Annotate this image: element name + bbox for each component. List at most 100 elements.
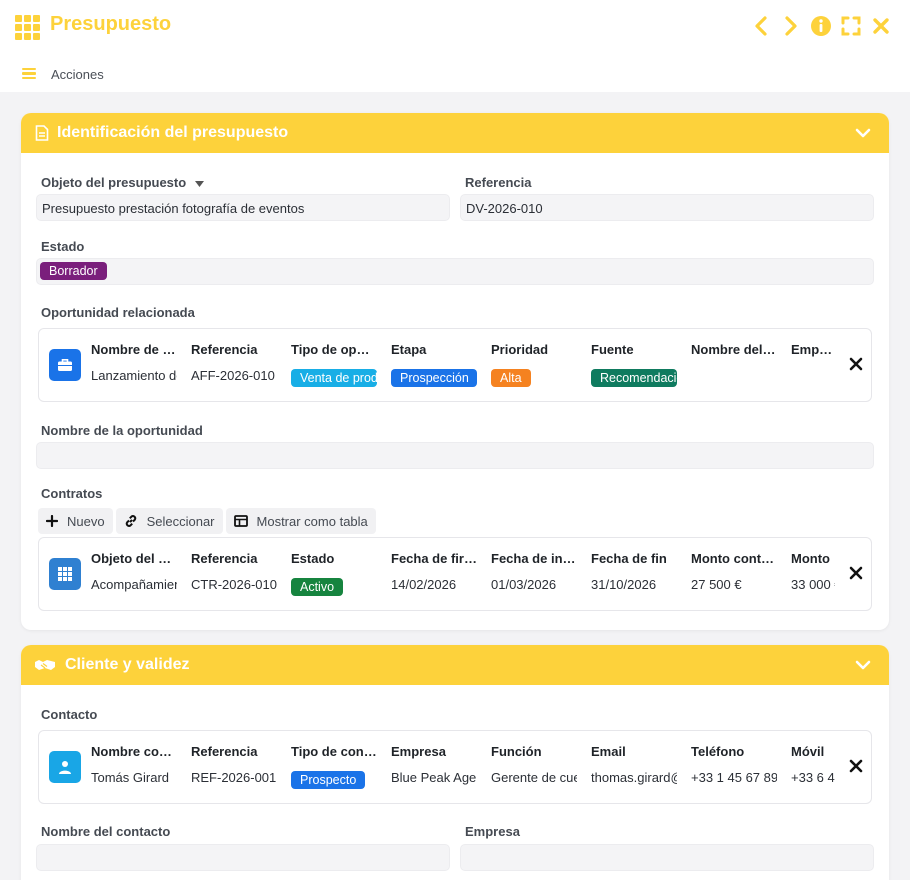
column-header: Empresa [391, 744, 446, 759]
column-value: 33 000 € [791, 577, 835, 592]
caret-down-icon[interactable] [194, 180, 204, 187]
column-value: +33 1 45 67 89 [691, 770, 777, 785]
column-value-badge: Activo [291, 578, 377, 599]
section-title: Identificación del presupuesto [57, 124, 289, 141]
status-label: Estado [41, 239, 85, 254]
status-badge: Borrador [40, 262, 107, 280]
column-value: REF-2026-001 [191, 770, 277, 785]
section-header[interactable]: Identificación del presupuesto [21, 113, 889, 153]
remove-contact-icon[interactable] [849, 759, 863, 773]
company-label: Empresa [465, 824, 520, 839]
object-field[interactable]: Presupuesto prestación fotografía de eve… [36, 194, 450, 221]
column-value: CTR-2026-010 [191, 577, 277, 592]
column-header: Fecha de firma [391, 551, 477, 566]
section-header[interactable]: Cliente y validez [21, 645, 889, 685]
title-bar: Presupuesto [0, 0, 910, 54]
handshake-icon [35, 660, 55, 670]
opportunity-label: Oportunidad relacionada [41, 305, 195, 320]
column-header: Móvil [791, 744, 825, 759]
apps-grid-icon[interactable] [15, 15, 40, 40]
column-header: Objeto del contrato [91, 551, 177, 566]
column-value-badge: Recomendación [591, 369, 677, 390]
column-value-badge: Venta de producto [291, 369, 377, 390]
column-header: Fuente [591, 342, 634, 357]
column-header: Etapa [391, 342, 427, 357]
column-value: Blue Peak Agency [391, 770, 477, 785]
column-value-badge: Alta [491, 369, 577, 390]
column-header: Tipo de contacto [291, 744, 377, 759]
section-budget-identification: Identificación del presupuesto Objeto de… [21, 113, 889, 630]
document-icon [35, 125, 49, 141]
column-header: Prioridad [491, 342, 549, 357]
window-title: Presupuesto [50, 13, 172, 35]
column-value-badge: Prospecto [291, 771, 377, 792]
column-value: thomas.girard@ [591, 770, 677, 785]
value-badge: Alta [491, 369, 531, 387]
column-value: Lanzamiento de [91, 368, 177, 383]
chevron-down-icon[interactable] [855, 125, 871, 141]
menu-icon[interactable] [22, 68, 36, 79]
grid-icon [49, 558, 81, 590]
new-contract-button[interactable]: Nuevo [38, 508, 113, 534]
remove-opportunity-icon[interactable] [849, 357, 863, 371]
column-header: Estado [291, 551, 335, 566]
contract-card[interactable]: Objeto del contrato Acompañamiento Referen… [38, 537, 872, 611]
column-value: 27 500 € [691, 577, 742, 592]
column-value: AFF-2026-010 [191, 368, 275, 383]
remove-contract-icon[interactable] [849, 566, 863, 580]
column-header: Nombre de la oportunidad [91, 342, 177, 357]
column-value: 31/10/2026 [591, 577, 657, 592]
reference-field[interactable]: DV-2026-010 [460, 194, 874, 221]
column-header: Función [491, 744, 542, 759]
column-value: 01/03/2026 [491, 577, 557, 592]
column-value: Tomás Girard [91, 770, 170, 785]
column-header: Tipo de oportunidad [291, 342, 377, 357]
column-value: +33 6 45 [791, 770, 835, 785]
link-icon [125, 515, 136, 527]
section-title: Cliente y validez [65, 656, 190, 673]
prev-icon[interactable] [750, 14, 772, 38]
column-header: Referencia [191, 551, 258, 566]
column-header: Monto contractual [691, 551, 777, 566]
object-label: Objeto del presupuesto [41, 175, 204, 190]
column-value-badge: Prospección [391, 369, 477, 390]
opportunity-card[interactable]: Nombre de la oportunidad Lanzamiento de Re… [38, 328, 872, 402]
column-header: Teléfono [691, 744, 745, 759]
opportunity-name-label: Nombre de la oportunidad [41, 423, 203, 438]
column-header: Nombre completo [91, 744, 177, 759]
user-icon [49, 751, 81, 783]
select-contract-button[interactable]: Seleccionar [115, 508, 223, 534]
contact-card[interactable]: Nombre completo Tomás Girard Referencia REF… [38, 730, 872, 804]
column-header: Fecha de fin [591, 551, 667, 566]
column-header: Referencia [191, 342, 258, 357]
column-header: Fecha de inicio [491, 551, 577, 566]
chevron-down-icon[interactable] [855, 657, 871, 673]
actions-toolbar: Acciones [0, 54, 910, 92]
column-header: Referencia [191, 744, 258, 759]
next-icon[interactable] [780, 14, 802, 38]
value-badge: Recomendación [591, 369, 677, 387]
reference-label: Referencia [465, 175, 532, 190]
company-field[interactable] [460, 844, 874, 871]
column-header: Email [591, 744, 626, 759]
close-icon[interactable] [870, 14, 892, 38]
column-value: Acompañamiento [91, 577, 177, 592]
column-header: Nombre del contacto [691, 342, 777, 357]
column-header: Monto [791, 551, 830, 566]
info-icon[interactable] [810, 14, 832, 38]
briefcase-icon [49, 349, 81, 381]
value-badge: Activo [291, 578, 344, 596]
contracts-toolbar: Nuevo Seleccionar Mostrar como tabla [38, 508, 376, 534]
status-field[interactable]: Borrador [36, 258, 874, 285]
show-as-table-button[interactable]: Mostrar como tabla [225, 508, 376, 534]
contracts-label: Contratos [41, 486, 103, 501]
fullscreen-icon[interactable] [840, 14, 862, 38]
contact-name-field[interactable] [36, 844, 450, 871]
value-badge: Prospección [391, 369, 477, 387]
actions-menu[interactable]: Acciones [51, 67, 104, 82]
opportunity-name-field[interactable] [36, 442, 874, 469]
table-icon [233, 515, 248, 527]
column-header: Empresa [791, 342, 835, 357]
value-badge: Venta de producto [291, 369, 377, 387]
plus-icon [46, 515, 58, 527]
